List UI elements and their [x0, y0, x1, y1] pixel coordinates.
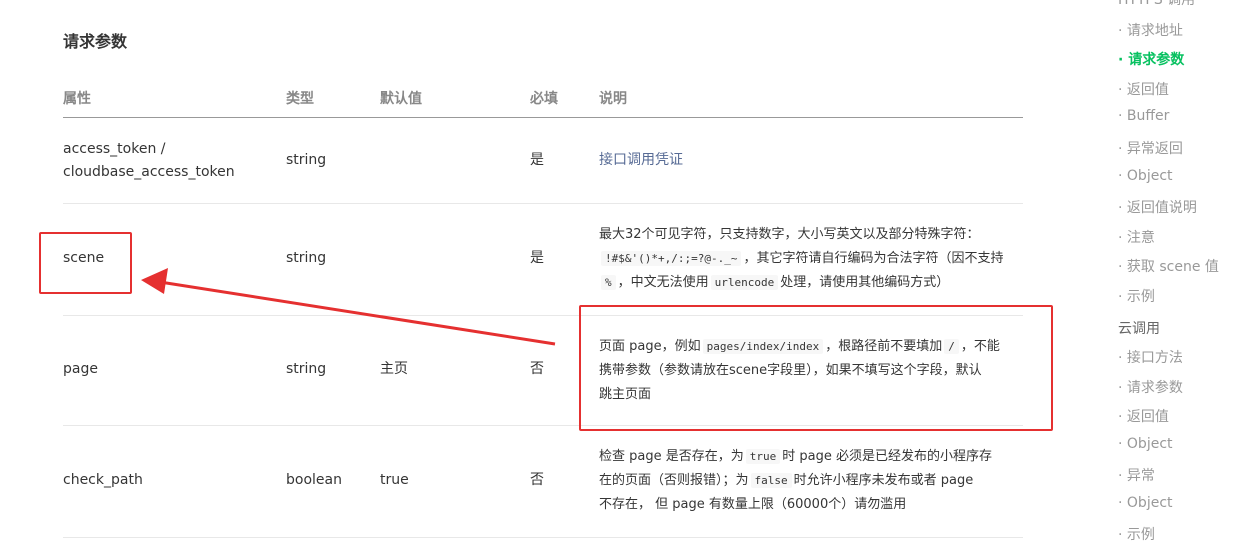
toc-group-https[interactable]: HTTPS 调用 — [1118, 0, 1195, 9]
toc-item[interactable]: Object — [1118, 436, 1173, 452]
toc-item[interactable]: 示例 — [1118, 524, 1155, 544]
toc-item[interactable]: 返回值 — [1118, 79, 1169, 99]
toc-item[interactable]: 返回值说明 — [1118, 197, 1197, 217]
toc-group[interactable]: 云调用 — [1118, 318, 1160, 338]
toc-item[interactable]: 注意 — [1118, 227, 1155, 247]
toc-item[interactable]: Buffer — [1118, 108, 1170, 124]
toc-item[interactable]: 示例 — [1118, 286, 1155, 306]
toc-item[interactable]: 请求参数 — [1118, 377, 1183, 397]
toc-item[interactable]: 异常 — [1118, 465, 1155, 485]
toc-item[interactable]: 获取 scene 值 — [1118, 256, 1219, 276]
toc-item[interactable]: 异常返回 — [1118, 138, 1183, 158]
annotation-arrow — [141, 268, 556, 346]
toc-item-active[interactable]: 请求参数 — [1118, 49, 1184, 69]
toc-item[interactable]: Object — [1118, 495, 1173, 511]
toc-item[interactable]: 请求地址 — [1118, 20, 1183, 40]
toc-item[interactable]: 返回值 — [1118, 406, 1169, 426]
toc-item[interactable]: Object — [1118, 168, 1173, 184]
toc-item[interactable]: 接口方法 — [1118, 347, 1183, 367]
